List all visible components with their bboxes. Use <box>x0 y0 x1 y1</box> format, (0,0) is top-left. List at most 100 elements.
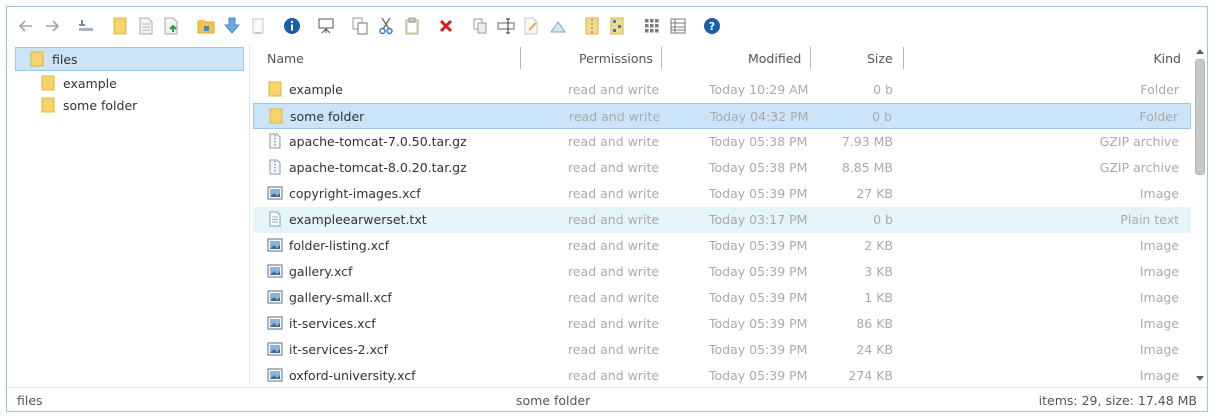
column-divider[interactable] <box>810 47 811 69</box>
file-kind: Image <box>1139 238 1179 253</box>
column-divider[interactable] <box>520 47 521 69</box>
rename-icon[interactable] <box>497 17 515 35</box>
file-manager-window: ? files example some folder Name Permiss… <box>6 6 1208 412</box>
up-level-icon[interactable] <box>77 17 95 35</box>
vertical-scrollbar[interactable] <box>1193 45 1207 385</box>
new-folder-icon[interactable] <box>111 17 129 35</box>
file-kind: Plain text <box>1120 212 1179 227</box>
new-file-icon[interactable] <box>137 17 155 35</box>
file-row[interactable]: apache-tomcat-7.0.50.tar.gz read and writ… <box>253 129 1191 155</box>
clipboard-empty-icon[interactable] <box>249 17 267 35</box>
file-modified: Today 05:38 PM <box>709 134 808 149</box>
image-file-icon <box>267 237 283 253</box>
column-divider[interactable] <box>661 47 662 69</box>
file-modified: Today 05:38 PM <box>709 160 808 175</box>
scroll-down-icon[interactable] <box>1193 373 1207 385</box>
file-kind: Image <box>1139 316 1179 331</box>
file-row[interactable]: copyright-images.xcf read and write Today … <box>253 181 1191 207</box>
folder-icon <box>30 51 44 67</box>
image-file-icon <box>267 315 283 331</box>
extract-icon[interactable] <box>609 17 627 35</box>
list-view-icon[interactable] <box>669 17 687 35</box>
column-permissions[interactable]: Permissions <box>579 51 653 66</box>
file-permissions: read and write <box>568 212 660 227</box>
file-size: 7.93 MB <box>841 134 893 149</box>
preview-icon[interactable] <box>317 17 335 35</box>
back-icon[interactable] <box>17 17 35 35</box>
thumbnails-view-icon[interactable] <box>643 17 661 35</box>
tree-item-label: files <box>52 51 78 67</box>
scrollbar-thumb[interactable] <box>1195 59 1205 175</box>
image-file-icon <box>267 185 283 201</box>
delete-icon[interactable] <box>437 17 455 35</box>
file-row[interactable]: it-services-2.xcf read and write Today 05:… <box>253 337 1191 363</box>
info-icon[interactable] <box>283 17 301 35</box>
file-row[interactable]: folder-listing.xcf read and write Today 05… <box>253 233 1191 259</box>
tree-item-label: some folder <box>63 97 138 113</box>
svg-text:?: ? <box>709 20 715 33</box>
file-size: 0 b <box>873 82 893 97</box>
image-file-icon <box>267 367 283 383</box>
file-name: it-services-2.xcf <box>289 342 389 357</box>
file-row[interactable]: oxford-university.xcf read and write Today… <box>253 363 1191 389</box>
text-file-icon <box>267 211 283 227</box>
file-permissions: read and write <box>568 264 660 279</box>
folder-home-icon[interactable] <box>197 17 215 35</box>
file-size: 24 KB <box>856 342 893 357</box>
copy-icon[interactable] <box>351 17 369 35</box>
file-permissions: read and write <box>568 238 660 253</box>
scroll-up-icon[interactable] <box>1193 45 1207 57</box>
upload-icon[interactable] <box>163 17 181 35</box>
folder-icon <box>41 75 55 91</box>
paste-icon[interactable] <box>403 17 421 35</box>
edit-icon[interactable] <box>523 17 541 35</box>
tree-item-files[interactable]: files <box>15 47 244 71</box>
file-permissions: read and write <box>568 160 660 175</box>
file-permissions: read and write <box>568 134 660 149</box>
file-modified: Today 05:39 PM <box>709 316 808 331</box>
archive-file-icon <box>267 159 283 175</box>
tree-item-example[interactable]: example <box>15 71 244 95</box>
cut-icon[interactable] <box>377 17 395 35</box>
file-row[interactable]: some folder read and write Today 04:32 PM 0… <box>253 103 1191 129</box>
column-kind[interactable]: Kind <box>1153 51 1181 66</box>
file-row[interactable]: gallery-small.xcf read and write Today 05:… <box>253 285 1191 311</box>
file-size: 27 KB <box>856 186 893 201</box>
image-file-icon <box>267 263 283 279</box>
file-list: Name Permissions Modified Size Kind exam… <box>251 45 1195 385</box>
file-row[interactable]: apache-tomcat-8.0.20.tar.gz read and writ… <box>253 155 1191 181</box>
file-permissions: read and write <box>568 186 660 201</box>
file-name: apache-tomcat-7.0.50.tar.gz <box>289 134 467 149</box>
archive-file-icon <box>267 133 283 149</box>
column-divider[interactable] <box>903 47 904 69</box>
column-name[interactable]: Name <box>267 51 304 66</box>
file-name: copyright-images.xcf <box>289 186 421 201</box>
file-permissions: read and write <box>568 316 660 331</box>
column-size[interactable]: Size <box>867 51 893 66</box>
resize-icon[interactable] <box>549 17 567 35</box>
duplicate-icon[interactable] <box>471 17 489 35</box>
help-icon[interactable]: ? <box>703 17 721 35</box>
file-name: apache-tomcat-8.0.20.tar.gz <box>289 160 467 175</box>
file-kind: Folder <box>1140 82 1179 97</box>
file-row[interactable]: it-services.xcf read and write Today 05:39… <box>253 311 1191 337</box>
download-icon[interactable] <box>223 17 241 35</box>
folder-icon <box>267 81 283 97</box>
file-row[interactable]: gallery.xcf read and write Today 05:39 PM 3… <box>253 259 1191 285</box>
file-permissions: read and write <box>568 290 660 305</box>
image-file-icon <box>267 341 283 357</box>
file-permissions: read and write <box>568 82 660 97</box>
file-permissions: read and write <box>568 368 660 383</box>
file-row[interactable]: example read and write Today 10:29 AM 0 b Fo… <box>253 77 1191 103</box>
forward-icon[interactable] <box>43 17 61 35</box>
file-size: 86 KB <box>856 316 893 331</box>
file-kind: Image <box>1139 342 1179 357</box>
file-modified: Today 04:32 PM <box>710 109 809 124</box>
column-modified[interactable]: Modified <box>748 51 801 66</box>
file-name: it-services.xcf <box>289 316 376 331</box>
file-row[interactable]: exampleearwerset.txt read and write Today … <box>253 207 1191 233</box>
file-modified: Today 05:39 PM <box>709 186 808 201</box>
tree-item-some-folder[interactable]: some folder <box>15 93 244 117</box>
archive-icon[interactable] <box>583 17 601 35</box>
file-size: 0 b <box>873 212 893 227</box>
